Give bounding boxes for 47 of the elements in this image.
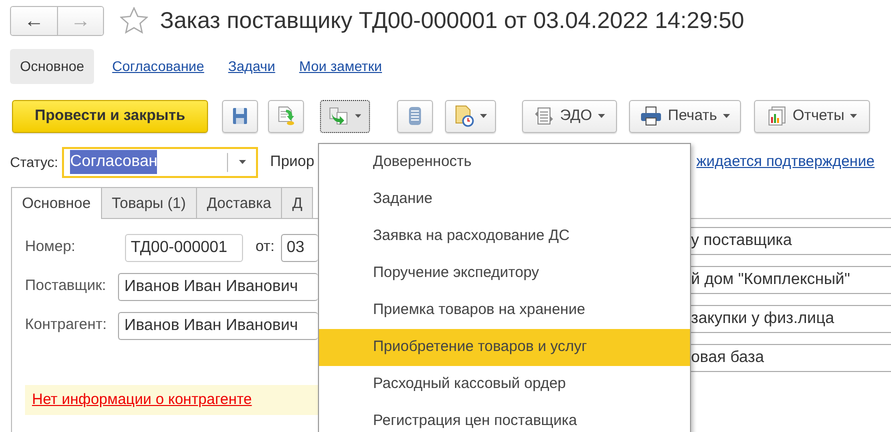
form-tab[interactable]: Доставка [196,187,282,218]
section-tab[interactable]: Основное [10,48,94,84]
menu-item[interactable]: Задание [319,181,690,218]
list-icon [408,106,422,126]
form-tab[interactable]: Товары (1) [100,187,197,218]
document-arrow-icon [277,105,295,127]
chart-icon [766,106,787,126]
caret-icon [239,160,246,164]
field-label: Контрагент: [25,315,108,336]
menu-item[interactable]: Регистрация цен поставщика [319,403,690,432]
icon-button[interactable] [268,100,304,132]
document-clock-icon [454,105,474,127]
dropdown-button[interactable] [320,100,370,132]
document-arrows-icon [534,106,554,126]
toolbar-button[interactable]: Отчеты [754,100,870,132]
toolbar-button[interactable]: Печать [629,100,741,132]
icon-button[interactable] [222,100,258,132]
post-and-close-button[interactable]: Провести и закрыть [12,100,208,132]
confirmation-link[interactable]: жидается подтверждение [696,150,875,174]
toolbar-button[interactable]: ЭДО [522,100,617,132]
printer-icon [640,106,662,126]
status-field[interactable]: Согласован [62,146,258,178]
star-icon[interactable] [120,7,148,34]
menu-item[interactable]: Приемка товаров на хранение [319,292,690,329]
text-field[interactable]: Иванов Иван Иванович [118,312,318,340]
text-field[interactable]: ТД00-000001 [124,234,243,262]
field-label: Приор [270,152,314,172]
form-tab[interactable]: Д [281,187,314,218]
menu-item[interactable]: Доверенность [319,144,690,181]
icon-button[interactable] [397,100,433,132]
field-label: Статус: [10,152,58,172]
menu-item[interactable]: Поручение экспедитору [319,255,690,292]
text-field[interactable]: Иванов Иван Иванович [118,272,318,300]
back-button[interactable]: ← [11,6,57,34]
section-tab[interactable]: Мои заметки [289,48,392,84]
field-label: от: [256,237,275,258]
save-icon [232,107,248,125]
field-label: Поставщик: [25,276,108,296]
field-label: Номер: [25,237,76,258]
section-tab[interactable]: Задачи [218,48,286,84]
menu-item[interactable]: Заявка на расходование ДС [319,218,690,255]
form-tab[interactable]: Основное [11,187,102,219]
window-title: Заказ поставщику ТД00-000001 от 03.04.2022 14:29:50 [160,6,744,36]
documents-arrow-icon [329,106,349,126]
menu-item[interactable]: Расходный кассовый ордер [319,366,690,403]
section-tab[interactable]: Согласование [102,48,214,84]
menu-item[interactable]: Приобретение товаров и услуг [319,329,690,366]
